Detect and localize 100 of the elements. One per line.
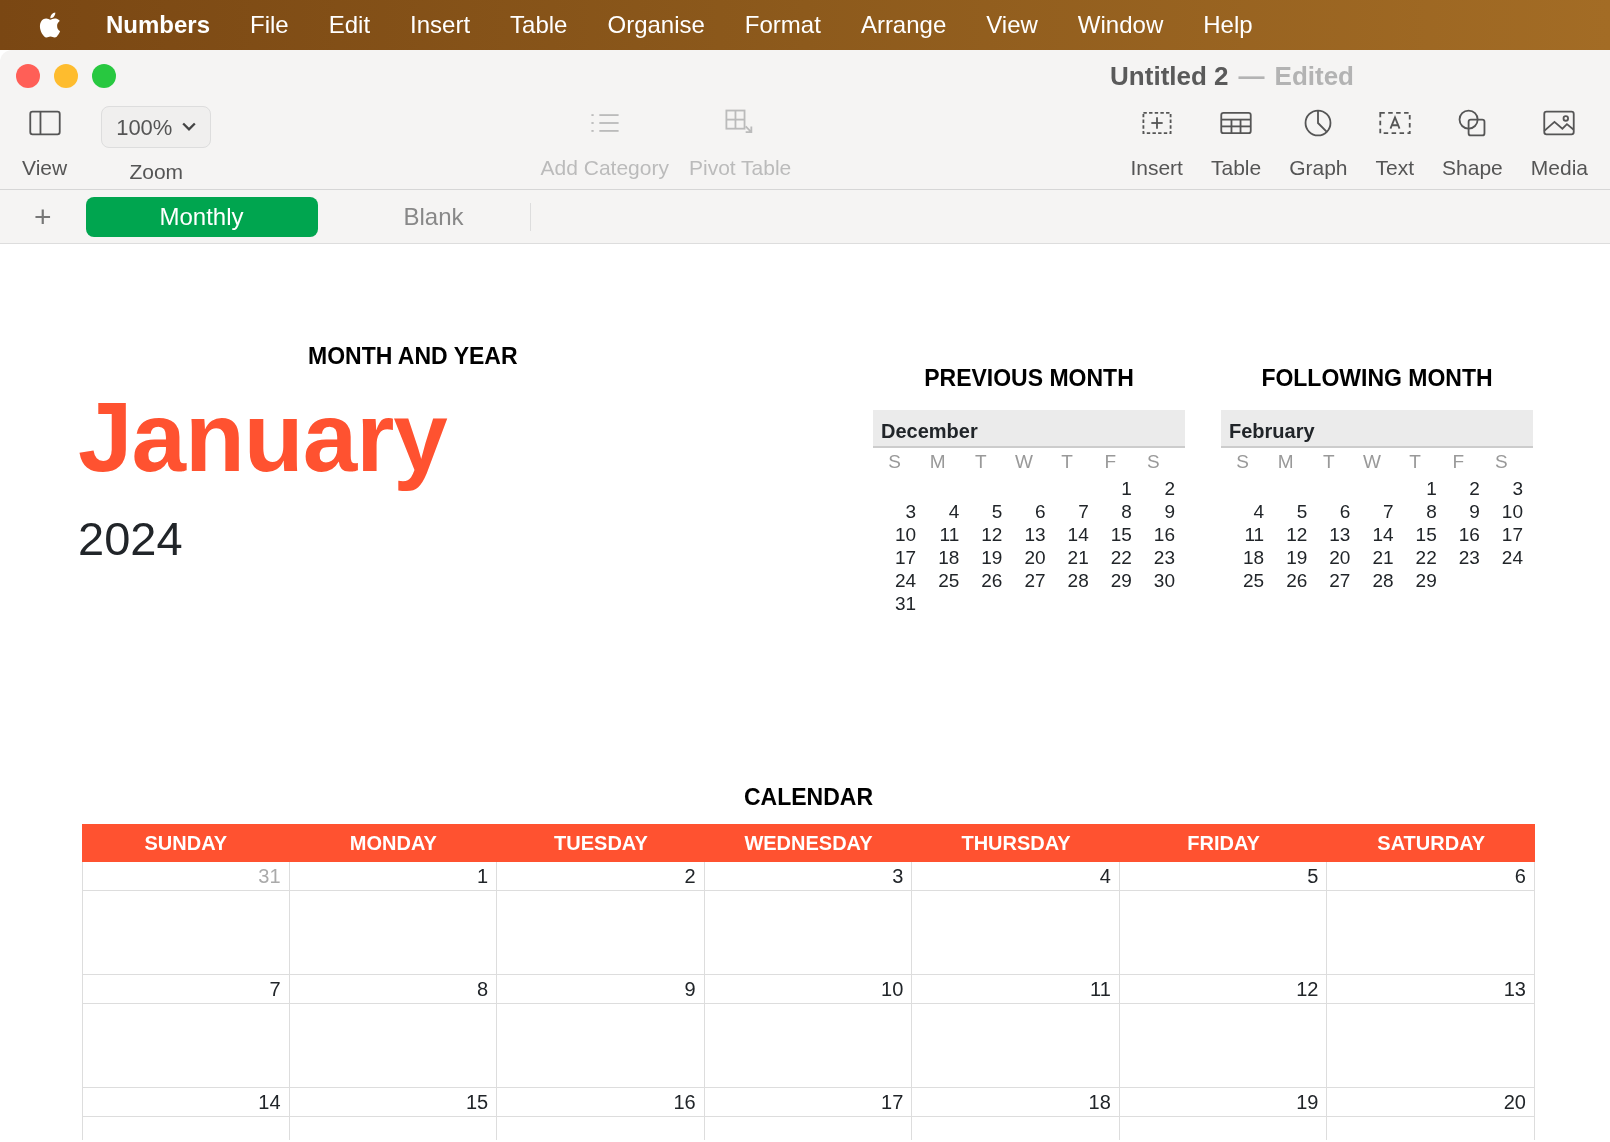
toolbar-button[interactable]: Insert [1120, 102, 1193, 184]
day-number: 15 [1414, 522, 1437, 546]
day-number: 20 [1328, 545, 1351, 569]
day-number: 25 [1242, 568, 1265, 592]
day-number: 7 [1382, 499, 1394, 523]
day-number: 17 [894, 545, 917, 569]
window-title: Untitled 2 [1110, 59, 1229, 93]
day-number: 13 [1023, 522, 1046, 546]
day-number: 16 [497, 1088, 704, 1117]
day-number: 9 [497, 975, 704, 1004]
day-number: 10 [704, 975, 912, 1004]
zoom-button[interactable] [92, 64, 116, 88]
day-number: 5 [1295, 499, 1308, 523]
day-number: 4 [1252, 499, 1265, 523]
day-number: 31 [83, 862, 289, 891]
menu-item[interactable]: Insert [390, 7, 491, 43]
menu-item[interactable]: Numbers [86, 7, 231, 43]
day-number: 9 [1163, 499, 1175, 523]
weekday-header: THURSDAY [960, 831, 1072, 856]
menu-item[interactable]: File [230, 7, 309, 43]
toolbar-button[interactable]: Text [1365, 102, 1425, 184]
day-number: 18 [1242, 545, 1265, 569]
day-number: 12 [980, 522, 1003, 546]
day-number: 21 [1371, 545, 1394, 569]
weekday-label: T [1322, 449, 1336, 474]
menu-item[interactable]: View [966, 7, 1058, 43]
weekday-header: TUESDAY [553, 831, 649, 856]
day-number: 27 [1023, 568, 1046, 592]
day-number: 2 [497, 862, 704, 891]
day-number: 6 [1034, 499, 1046, 523]
day-number: 19 [1285, 545, 1308, 569]
day-number: 21 [1066, 545, 1089, 569]
day-number: 4 [947, 499, 960, 523]
day-number: 20 [1327, 1088, 1534, 1117]
weekday-header: WEDNESDAY [743, 831, 874, 856]
day-number: 12 [1285, 522, 1308, 546]
menu-item[interactable]: Arrange [840, 7, 967, 43]
day-number: 6 [1338, 499, 1351, 523]
day-number: 11 [938, 522, 960, 546]
day-number: 26 [1285, 568, 1308, 592]
weekday-label: W [1362, 449, 1382, 474]
day-number: 13 [1327, 975, 1534, 1004]
day-number: 7 [83, 975, 289, 1004]
weekday-label: F [1451, 449, 1466, 474]
toolbar-button[interactable]: Media [1520, 102, 1598, 184]
day-number: 14 [1371, 522, 1394, 546]
toolbar-button[interactable]: Shape [1432, 102, 1513, 184]
mini-calendar-header: February [1221, 409, 1533, 448]
day-number: 10 [1500, 499, 1523, 523]
day-number: 3 [704, 862, 912, 891]
day-number: 8 [1425, 499, 1437, 523]
day-number: 3 [1511, 476, 1523, 500]
day-number: 12 [1119, 975, 1327, 1004]
day-number: 6 [1327, 862, 1534, 891]
day-number: 30 [1152, 568, 1175, 592]
section-heading: MONTH AND YEAR [308, 342, 518, 371]
day-number: 2 [1468, 476, 1480, 500]
zoom-dropdown[interactable]: 100% [101, 106, 212, 148]
day-number: 5 [990, 499, 1003, 523]
day-number: 20 [1023, 545, 1046, 569]
title-separator: — [1238, 59, 1265, 93]
menu-item[interactable]: Edit [308, 7, 391, 43]
day-number: 25 [937, 568, 960, 592]
day-number: 8 [289, 975, 497, 1004]
menu-item[interactable]: Format [724, 7, 841, 43]
weekday-header: MONDAY [348, 831, 438, 856]
day-number: 15 [289, 1088, 497, 1117]
day-number: 2 [1163, 476, 1175, 500]
day-number: 5 [1119, 862, 1327, 891]
day-number: 14 [83, 1088, 289, 1117]
weekday-label: T [1408, 449, 1422, 474]
day-number: 16 [1457, 522, 1480, 546]
section-heading: FOLLOWING MONTH [1261, 365, 1493, 391]
day-number: 27 [1328, 568, 1351, 592]
edited-status: Edited [1274, 59, 1354, 93]
day-number: 1 [1120, 476, 1132, 500]
toolbar-button[interactable]: Table [1200, 102, 1272, 184]
weekday-label: T [1060, 449, 1074, 474]
toolbar-button[interactable]: Graph [1279, 102, 1358, 184]
menu-item[interactable]: Organise [587, 7, 725, 43]
day-number: 4 [912, 862, 1119, 891]
day-number: 22 [1109, 545, 1132, 569]
day-number: 11 [1243, 522, 1265, 546]
day-number: 1 [289, 862, 497, 891]
close-button[interactable] [16, 64, 40, 88]
day-number: 26 [980, 568, 1003, 592]
menu-item[interactable]: Table [490, 7, 588, 43]
chevron-icon [182, 122, 197, 132]
weekday-label: S [1146, 449, 1161, 474]
toolbar-button[interactable]: View [12, 102, 78, 184]
section-heading: PREVIOUS MONTH [924, 365, 1134, 391]
day-number: 28 [1066, 568, 1089, 592]
weekday-label: S [1235, 449, 1250, 474]
menu-item[interactable]: Help [1183, 7, 1273, 43]
day-number: 28 [1371, 568, 1394, 592]
day-number: 10 [894, 522, 917, 546]
weekday-header: SUNDAY [143, 831, 229, 856]
menu-item[interactable]: Window [1057, 7, 1184, 43]
minimize-button[interactable] [54, 64, 78, 88]
add-sheet-button[interactable]: + [0, 194, 86, 239]
